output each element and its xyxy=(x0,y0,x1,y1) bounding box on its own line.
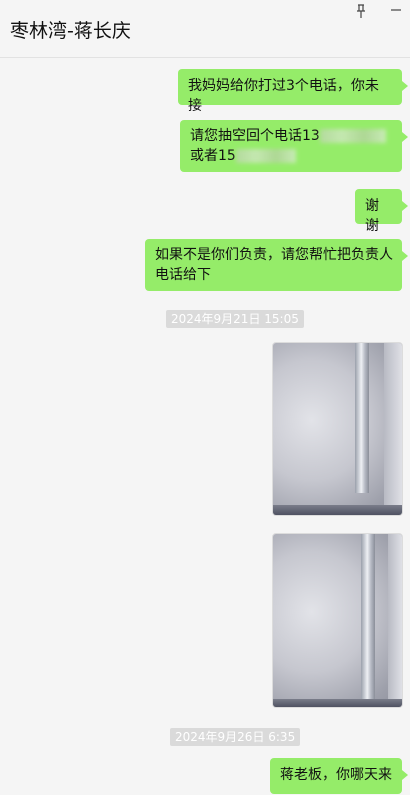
message-text: 谢谢 xyxy=(365,198,379,234)
message-text: 我妈妈给你打过3个电话，你未接 xyxy=(188,78,379,114)
message-text: 电话给下 xyxy=(155,267,211,283)
image-message[interactable] xyxy=(272,342,403,516)
message-text: 如果不是你们负责，请您帮忙把负责人 xyxy=(155,247,393,263)
message-text: 蒋老板，你哪天来 xyxy=(280,767,392,783)
message-bubble[interactable]: 谢谢 xyxy=(355,189,408,234)
message-bubble[interactable]: 蒋老板，你哪天来 xyxy=(270,758,408,794)
redacted-phone xyxy=(235,149,296,163)
timestamp: 2024年9月26日 6:35 xyxy=(170,728,301,746)
message-bubble[interactable]: 如果不是你们负责，请您帮忙把负责人 电话给下 xyxy=(145,239,408,291)
chat-title: 枣林湾-蒋长庆 xyxy=(10,20,131,42)
minimize-icon[interactable] xyxy=(388,4,404,16)
image-message[interactable] xyxy=(272,533,403,708)
message-text: 请您抽空回个电话13 xyxy=(190,128,320,144)
message-bubble[interactable]: 请您抽空回个电话13 或者15 xyxy=(180,120,408,172)
message-list[interactable]: 我妈妈给你打过3个电话，你未接 请您抽空回个电话13 或者15 谢谢 如果不是你… xyxy=(0,58,410,795)
message-bubble[interactable]: 我妈妈给你打过3个电话，你未接 xyxy=(178,69,408,114)
message-text: 或者15 xyxy=(190,148,236,164)
timestamp: 2024年9月21日 15:05 xyxy=(166,310,304,328)
redacted-phone xyxy=(319,129,386,143)
pin-icon[interactable] xyxy=(352,2,370,20)
chat-header: 枣林湾-蒋长庆 xyxy=(0,0,410,58)
